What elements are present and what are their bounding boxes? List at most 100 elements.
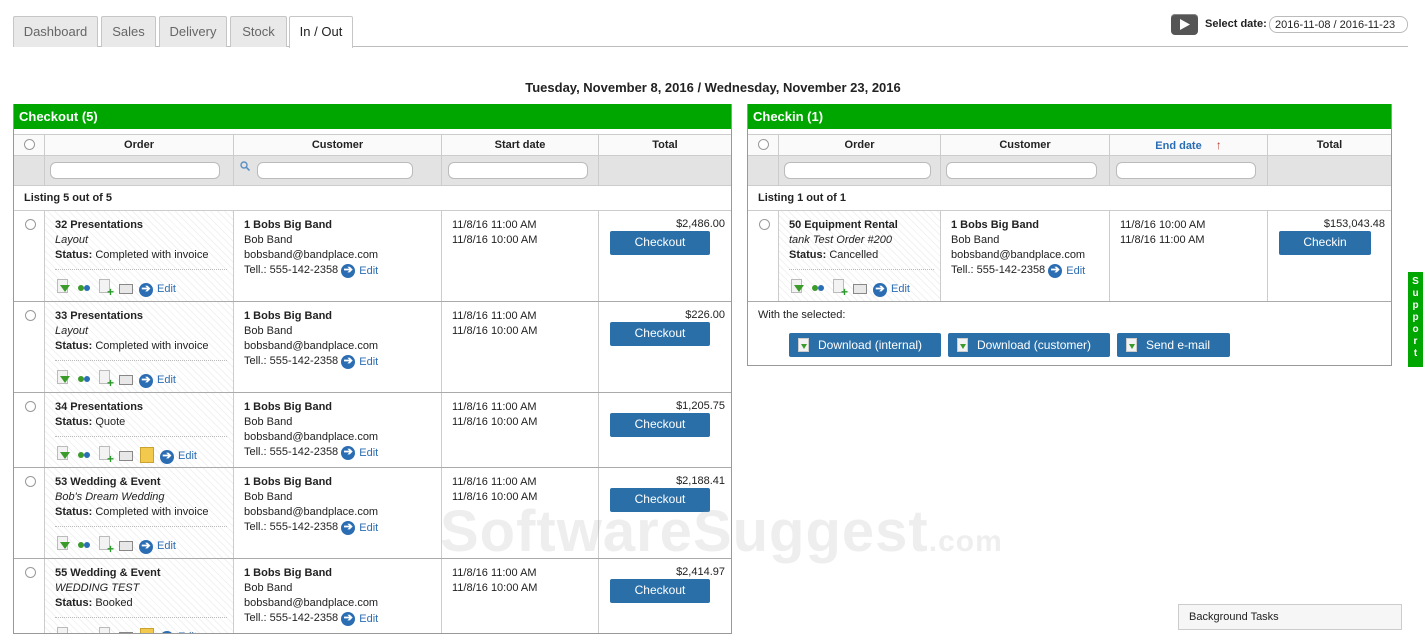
tab-stock[interactable]: Stock	[230, 16, 287, 47]
customer-edit-link[interactable]: ➔Edit	[341, 264, 378, 279]
customer-edit-link[interactable]: ➔Edit	[341, 521, 378, 536]
customers-icon[interactable]	[810, 279, 826, 297]
column-order[interactable]: Order	[779, 135, 941, 155]
tab-dashboard[interactable]: Dashboard	[13, 16, 98, 47]
email-icon[interactable]	[118, 627, 134, 634]
date-range-input[interactable]	[1269, 16, 1408, 33]
checkin-header: Checkin (1)	[748, 104, 1391, 129]
customer-edit-link[interactable]: ➔Edit	[341, 612, 378, 627]
start-date-filter-input[interactable]	[448, 162, 588, 179]
customer-name[interactable]: 1 Bobs Big Band	[244, 475, 441, 490]
background-tasks-bar[interactable]: Background Tasks	[1178, 604, 1402, 630]
row-checkbox[interactable]	[759, 219, 770, 230]
row-checkbox[interactable]	[25, 567, 36, 578]
download-icon[interactable]	[55, 279, 71, 297]
email-icon[interactable]	[118, 370, 134, 388]
download-icon[interactable]	[55, 627, 71, 634]
column-total[interactable]: Total	[1268, 135, 1391, 155]
checkout-button[interactable]: Checkout	[610, 231, 710, 255]
download-icon[interactable]	[55, 446, 71, 464]
order-filter-input[interactable]	[784, 162, 931, 179]
download-icon[interactable]	[55, 370, 71, 388]
checkout-header: Checkout (5)	[14, 104, 731, 129]
order-title[interactable]: 32 Presentations	[55, 218, 233, 233]
customers-icon[interactable]	[76, 446, 92, 464]
download-icon[interactable]	[55, 536, 71, 554]
customer-contact: Bob Band	[951, 233, 1109, 248]
row-checkbox[interactable]	[25, 310, 36, 321]
row-checkbox[interactable]	[25, 401, 36, 412]
checkout-button[interactable]: Checkout	[610, 579, 710, 603]
end-date-label[interactable]: End date	[1155, 140, 1201, 152]
download-icon[interactable]	[789, 279, 805, 297]
note-icon[interactable]	[139, 627, 155, 634]
send-email-button[interactable]: Send e-mail	[1117, 333, 1230, 357]
order-title[interactable]: 50 Equipment Rental	[789, 218, 940, 233]
order-edit-link[interactable]: ➔Edit	[160, 449, 197, 464]
add-document-icon[interactable]: +	[97, 536, 113, 554]
add-document-icon[interactable]: +	[97, 279, 113, 297]
customers-icon[interactable]	[76, 370, 92, 388]
select-all-checkbox[interactable]	[758, 139, 769, 150]
play-button[interactable]	[1171, 14, 1198, 35]
order-edit-link[interactable]: ➔Edit	[139, 539, 176, 554]
checkout-button[interactable]: Checkout	[610, 413, 710, 437]
email-icon[interactable]	[118, 279, 134, 297]
column-start-date[interactable]: Start date	[442, 135, 599, 155]
date-start: 11/8/16 11:00 AM	[452, 218, 598, 233]
email-icon[interactable]	[852, 279, 868, 297]
customer-edit-link[interactable]: ➔Edit	[341, 355, 378, 370]
order-filter-input[interactable]	[50, 162, 220, 179]
add-document-icon[interactable]: +	[97, 627, 113, 634]
arrow-right-icon: ➔	[341, 612, 355, 626]
customer-name[interactable]: 1 Bobs Big Band	[244, 400, 441, 415]
checkout-button[interactable]: Checkout	[610, 322, 710, 346]
support-tab[interactable]: Support	[1408, 272, 1423, 367]
tab-sales[interactable]: Sales	[101, 16, 156, 47]
add-document-icon[interactable]: +	[97, 446, 113, 464]
checkout-button[interactable]: Checkout	[610, 488, 710, 512]
email-icon[interactable]	[118, 446, 134, 464]
customer-name[interactable]: 1 Bobs Big Band	[244, 309, 441, 324]
row-checkbox[interactable]	[25, 219, 36, 230]
customer-name[interactable]: 1 Bobs Big Band	[244, 566, 441, 581]
order-edit-link[interactable]: ➔Edit	[139, 373, 176, 388]
row-checkbox[interactable]	[25, 476, 36, 487]
order-title[interactable]: 55 Wedding & Event	[55, 566, 233, 581]
date-end: 11/8/16 10:00 AM	[452, 324, 598, 339]
order-title[interactable]: 53 Wedding & Event	[55, 475, 233, 490]
order-title[interactable]: 33 Presentations	[55, 309, 233, 324]
customer-cell: 1 Bobs Big Band Bob Band bobsband@bandpl…	[234, 468, 442, 558]
checkin-button[interactable]: Checkin	[1279, 231, 1371, 255]
select-all-checkbox[interactable]	[24, 139, 35, 150]
add-document-icon[interactable]: +	[97, 370, 113, 388]
note-icon[interactable]	[139, 446, 155, 464]
customers-icon[interactable]	[76, 279, 92, 297]
customer-name[interactable]: 1 Bobs Big Band	[951, 218, 1109, 233]
customer-email: bobsband@bandplace.com	[244, 339, 441, 354]
column-end-date[interactable]: End date↑	[1110, 135, 1268, 155]
column-customer[interactable]: Customer	[234, 135, 442, 155]
customers-icon[interactable]	[76, 536, 92, 554]
order-edit-link[interactable]: ➔Edit	[873, 282, 910, 297]
column-total[interactable]: Total	[599, 135, 731, 155]
customer-filter-input[interactable]	[257, 162, 413, 179]
end-date-filter-input[interactable]	[1116, 162, 1256, 179]
email-icon[interactable]	[118, 536, 134, 554]
order-edit-link[interactable]: ➔Edit	[160, 630, 197, 634]
customer-name[interactable]: 1 Bobs Big Band	[244, 218, 441, 233]
customer-edit-link[interactable]: ➔Edit	[341, 446, 378, 461]
column-order[interactable]: Order	[45, 135, 234, 155]
customer-edit-link[interactable]: ➔Edit	[1048, 264, 1085, 279]
order-edit-link[interactable]: ➔Edit	[139, 282, 176, 297]
column-customer[interactable]: Customer	[941, 135, 1110, 155]
download-customer-button[interactable]: Download (customer)	[948, 333, 1110, 357]
download-internal-button[interactable]: Download (internal)	[789, 333, 941, 357]
checkin-panel: Checkin (1) Order Customer End date↑ Tot…	[747, 104, 1392, 366]
customer-filter-input[interactable]	[946, 162, 1097, 179]
tab-in-out[interactable]: In / Out	[289, 16, 353, 48]
tab-delivery[interactable]: Delivery	[159, 16, 227, 47]
order-title[interactable]: 34 Presentations	[55, 400, 233, 415]
customers-icon[interactable]	[76, 627, 92, 634]
add-document-icon[interactable]: +	[831, 279, 847, 297]
